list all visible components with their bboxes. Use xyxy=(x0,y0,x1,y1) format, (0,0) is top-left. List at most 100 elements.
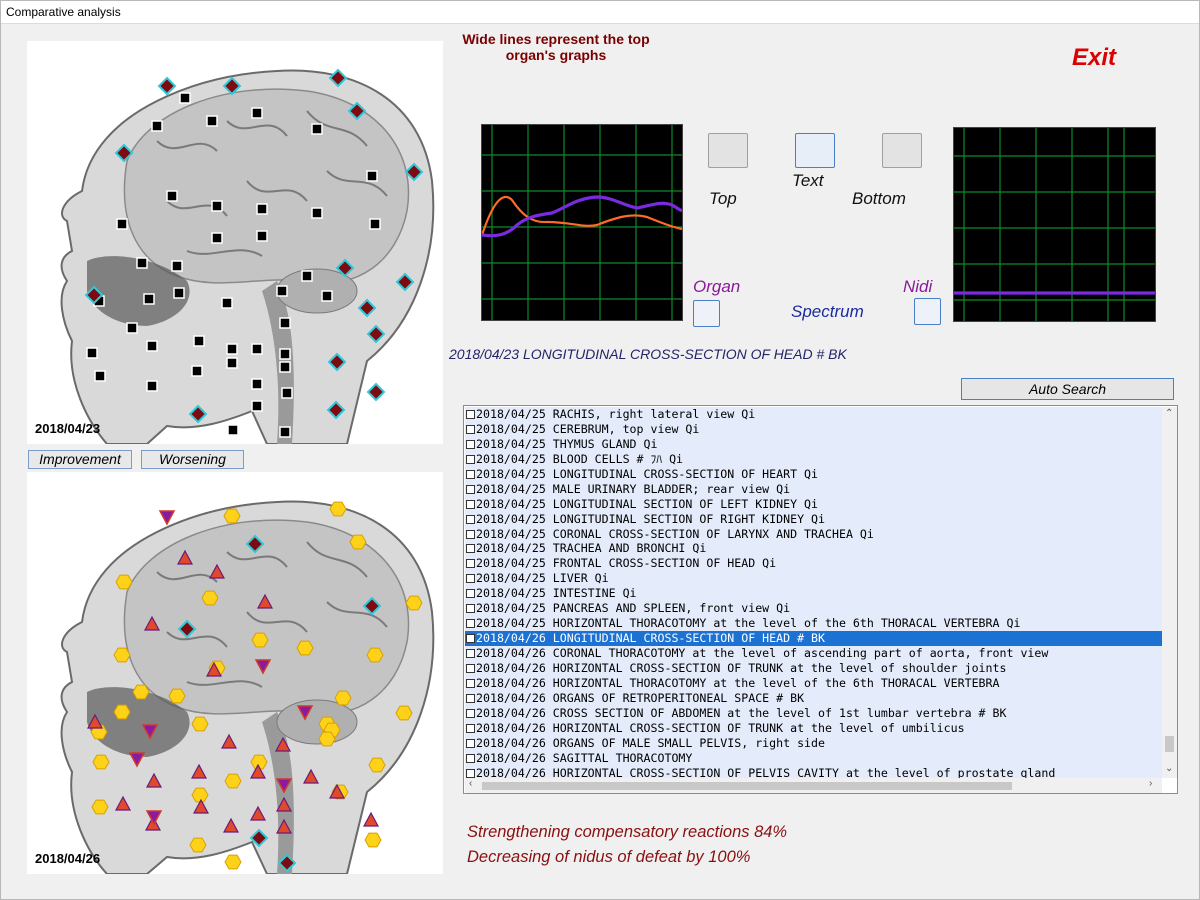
organ-list[interactable]: 2018/04/25 RACHIS, right lateral view Qi… xyxy=(463,405,1178,794)
list-item-label: 2018/04/25 HORIZONTAL THORACOTOMY at the… xyxy=(476,616,1021,631)
list-item-checkbox[interactable] xyxy=(466,634,475,644)
marker-triangle xyxy=(86,713,104,729)
list-item-checkbox[interactable] xyxy=(466,514,475,524)
exit-button[interactable]: Exit xyxy=(1072,44,1116,72)
list-item[interactable]: 2018/04/25 HORIZONTAL THORACOTOMY at the… xyxy=(465,616,1162,631)
vertical-scrollbar[interactable]: ⌃ ⌄ xyxy=(1162,407,1177,778)
list-item[interactable]: 2018/04/26 CROSS SECTION OF ABDOMEN at t… xyxy=(465,706,1162,721)
list-item[interactable]: 2018/04/26 HORIZONTAL CROSS-SECTION OF T… xyxy=(465,721,1162,736)
marker-triangle xyxy=(249,805,267,821)
list-item[interactable]: 2018/04/25 LONGITUDINAL SECTION OF LEFT … xyxy=(465,497,1162,512)
scroll-left-icon[interactable]: ‹ xyxy=(469,778,472,789)
marker-diamond xyxy=(347,101,367,121)
marker-hexagon xyxy=(224,773,242,789)
list-item[interactable]: 2018/04/26 HORIZONTAL CROSS-SECTION OF T… xyxy=(465,661,1162,676)
list-item-checkbox[interactable] xyxy=(466,469,475,479)
nidi-label: Nidi xyxy=(903,277,933,296)
list-item[interactable]: 2018/04/26 SAGITTAL THORACOTOMY xyxy=(465,751,1162,766)
list-item[interactable]: 2018/04/25 TRACHEA AND BRONCHI Qi xyxy=(465,541,1162,556)
scroll-up-icon[interactable]: ⌃ xyxy=(1165,408,1173,419)
list-item-checkbox[interactable] xyxy=(466,663,475,673)
marker-square xyxy=(251,400,263,412)
auto-search-button[interactable]: Auto Search xyxy=(961,378,1174,400)
horizontal-scroll-thumb[interactable] xyxy=(482,782,1012,790)
worsening-button[interactable]: Worsening xyxy=(141,450,244,469)
bottom-toggle[interactable] xyxy=(882,133,922,168)
list-item-checkbox[interactable] xyxy=(466,574,475,584)
marker-inverted-triangle xyxy=(141,724,159,740)
list-item[interactable]: 2018/04/25 CEREBRUM, top view Qi xyxy=(465,422,1162,437)
list-item-checkbox[interactable] xyxy=(466,649,475,658)
text-toggle[interactable] xyxy=(795,133,835,168)
list-item-checkbox[interactable] xyxy=(466,544,475,554)
list-item[interactable]: 2018/04/25 FRONTAL CROSS-SECTION OF HEAD… xyxy=(465,556,1162,571)
list-item-checkbox[interactable] xyxy=(466,753,475,763)
list-item[interactable]: 2018/04/26 HORIZONTAL THORACOTOMY at the… xyxy=(465,676,1162,691)
list-item-checkbox[interactable] xyxy=(466,738,475,748)
list-item-checkbox[interactable] xyxy=(466,454,475,464)
list-item-checkbox[interactable] xyxy=(466,484,475,494)
marker-diamond xyxy=(357,298,377,318)
marker-diamond xyxy=(249,828,269,848)
scroll-right-icon[interactable]: › xyxy=(1149,778,1152,789)
list-item-checkbox[interactable] xyxy=(466,693,475,703)
organ-checkbox[interactable] xyxy=(693,300,720,327)
marker-triangle xyxy=(256,593,274,609)
bottom-label: Bottom xyxy=(852,189,906,208)
list-item-checkbox[interactable] xyxy=(466,424,475,434)
list-item[interactable]: 2018/04/25 MALE URINARY BLADDER; rear vi… xyxy=(465,482,1162,497)
list-item[interactable]: 2018/04/26 ORGANS OF MALE SMALL PELVIS, … xyxy=(465,736,1162,751)
list-item-label: 2018/04/25 CORONAL CROSS-SECTION OF LARY… xyxy=(476,526,874,541)
head-image-bottom xyxy=(27,472,443,874)
top-toggle[interactable] xyxy=(708,133,748,168)
list-item-checkbox[interactable] xyxy=(466,708,475,718)
marker-hexagon xyxy=(395,705,413,721)
list-item[interactable]: 2018/04/25 CORONAL CROSS-SECTION OF LARY… xyxy=(465,527,1162,542)
list-item[interactable]: 2018/04/25 LONGITUDINAL SECTION OF RIGHT… xyxy=(465,512,1162,527)
list-item-checkbox[interactable] xyxy=(466,559,475,569)
marker-square xyxy=(94,370,106,382)
list-item-checkbox[interactable] xyxy=(466,529,475,539)
marker-diamond xyxy=(114,143,134,163)
list-item[interactable]: 2018/04/26 CORONAL THORACOTOMY at the le… xyxy=(465,646,1162,661)
improvement-button[interactable]: Improvement xyxy=(28,450,132,469)
list-item[interactable]: 2018/04/26 LONGITUDINAL CROSS-SECTION OF… xyxy=(465,631,1162,646)
list-item[interactable]: 2018/04/25 LIVER Qi xyxy=(465,571,1162,586)
list-item-checkbox[interactable] xyxy=(466,499,475,509)
marker-hexagon xyxy=(251,632,269,648)
horizontal-scrollbar[interactable]: ‹ › xyxy=(465,778,1162,793)
list-item-label: 2018/04/25 LONGITUDINAL CROSS-SECTION OF… xyxy=(476,466,819,481)
marker-square xyxy=(146,340,158,352)
organ-list-items[interactable]: 2018/04/25 RACHIS, right lateral view Qi… xyxy=(465,407,1162,778)
list-item[interactable]: 2018/04/26 ORGANS OF RETROPERITONEAL SPA… xyxy=(465,691,1162,706)
marker-square xyxy=(171,260,183,272)
marker-triangle xyxy=(190,763,208,779)
organ-label: Organ xyxy=(693,277,741,296)
nidi-checkbox[interactable] xyxy=(914,298,941,325)
marker-triangle xyxy=(114,795,132,811)
marker-triangle xyxy=(222,817,240,833)
marker-square xyxy=(279,426,291,438)
list-item[interactable]: 2018/04/26 HORIZONTAL CROSS-SECTION OF P… xyxy=(465,766,1162,778)
list-item[interactable]: 2018/04/25 RACHIS, right lateral view Qi xyxy=(465,407,1162,422)
scroll-down-icon[interactable]: ⌄ xyxy=(1165,763,1173,774)
list-item-checkbox[interactable] xyxy=(466,678,475,688)
list-item-checkbox[interactable] xyxy=(466,589,475,599)
vertical-scroll-thumb[interactable] xyxy=(1165,736,1174,752)
spectrum-label[interactable]: Spectrum xyxy=(791,302,864,322)
marker-triangle xyxy=(362,811,380,827)
marker-hexagon xyxy=(201,590,219,606)
list-item-checkbox[interactable] xyxy=(466,768,475,778)
list-item-checkbox[interactable] xyxy=(466,619,475,629)
marker-diamond xyxy=(245,534,265,554)
list-item-checkbox[interactable] xyxy=(466,410,475,419)
list-item[interactable]: 2018/04/25 THYMUS GLAND Qi xyxy=(465,437,1162,452)
list-item[interactable]: 2018/04/25 LONGITUDINAL CROSS-SECTION OF… xyxy=(465,467,1162,482)
list-item-checkbox[interactable] xyxy=(466,604,475,614)
list-item[interactable]: 2018/04/25 INTESTINE Qi xyxy=(465,586,1162,601)
marker-triangle xyxy=(220,733,238,749)
list-item[interactable]: 2018/04/25 BLOOD CELLS # ﾌﾊ Qi xyxy=(465,452,1162,467)
list-item[interactable]: 2018/04/25 PANCREAS AND SPLEEN, front vi… xyxy=(465,601,1162,616)
list-item-checkbox[interactable] xyxy=(466,723,475,733)
list-item-checkbox[interactable] xyxy=(466,439,475,449)
